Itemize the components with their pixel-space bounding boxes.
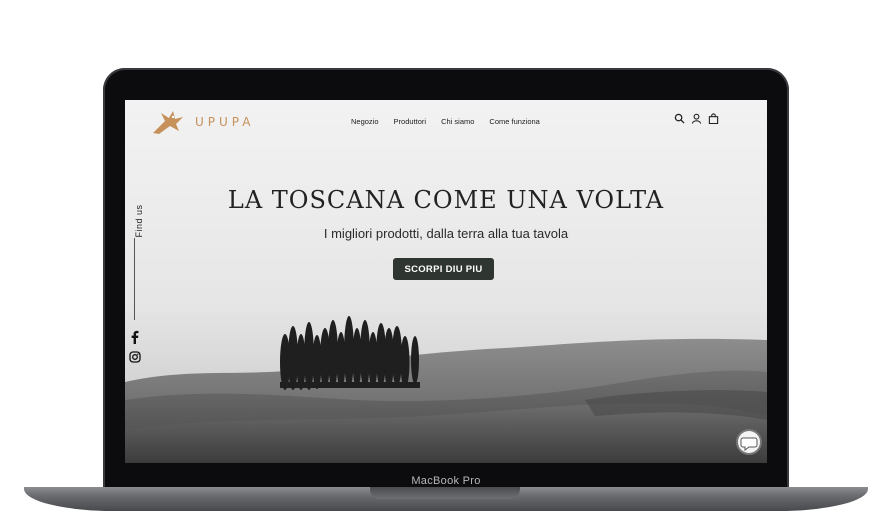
facebook-icon[interactable] bbox=[129, 330, 141, 344]
chat-button[interactable] bbox=[738, 431, 760, 453]
nav-item-come-funziona[interactable]: Come funziona bbox=[489, 117, 539, 126]
main-nav: Negozio Produttori Chi siamo Come funzio… bbox=[351, 117, 555, 126]
tuscany-landscape-image bbox=[125, 316, 767, 463]
instagram-icon[interactable] bbox=[129, 351, 141, 363]
nav-item-produttori[interactable]: Produttori bbox=[394, 117, 427, 126]
search-icon[interactable] bbox=[674, 113, 685, 124]
nav-item-chi-siamo[interactable]: Chi siamo bbox=[441, 117, 474, 126]
brand-logo[interactable]: UPUPA bbox=[149, 107, 254, 137]
hero-subtitle: I migliori prodotti, dalla terra alla tu… bbox=[323, 226, 569, 241]
side-divider bbox=[134, 238, 135, 320]
hoopoe-bird-icon bbox=[153, 111, 183, 134]
laptop-notch bbox=[370, 487, 520, 499]
brand-name: UPUPA bbox=[195, 115, 255, 129]
user-icon[interactable] bbox=[691, 113, 702, 124]
device-label: MacBook Pro bbox=[411, 475, 481, 487]
nav-item-negozio[interactable]: Negozio bbox=[351, 117, 379, 126]
website-screen: UPUPA Negozio Produttori Chi siamo Come … bbox=[125, 100, 767, 463]
bag-icon[interactable] bbox=[708, 113, 719, 124]
hero-title: LA TOSCANA COME UNA VOLTA bbox=[227, 186, 665, 214]
header-actions bbox=[674, 113, 719, 124]
discover-more-button[interactable]: SCORPI DIU PIU bbox=[393, 258, 494, 280]
chat-bubble-icon bbox=[740, 437, 758, 451]
